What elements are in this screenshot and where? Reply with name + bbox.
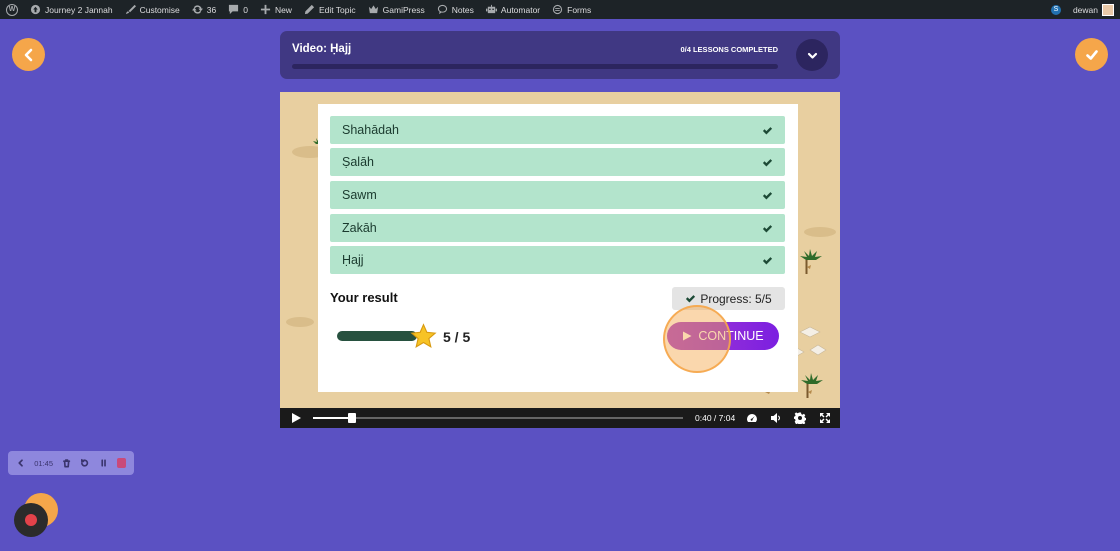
status-s-icon: S [1050, 4, 1061, 15]
lessons-completed-count: 0/4 LESSONS COMPLETED [680, 45, 778, 54]
quiz-result-card: Shahādah Ṣalāh Sawm Zakāh Ḥajj Your resu… [318, 104, 798, 392]
speed-icon[interactable] [746, 412, 758, 424]
gear-icon[interactable] [794, 412, 806, 424]
volume-icon[interactable] [770, 412, 782, 424]
check-icon [762, 256, 773, 264]
check-icon [762, 224, 773, 232]
play-icon[interactable] [290, 412, 302, 424]
lessons-progress-bar [292, 64, 778, 69]
check-icon [762, 126, 773, 134]
updates-link[interactable]: 36 [186, 0, 222, 19]
edit-topic-link[interactable]: Edit Topic [298, 0, 362, 19]
progress-badge: Progress: 5/5 [672, 287, 785, 310]
previous-lesson-button[interactable] [12, 38, 45, 71]
fullscreen-icon[interactable] [819, 412, 831, 424]
wp-logo-menu[interactable]: W [0, 0, 24, 19]
lesson-header: Video: Ḥajj 0/4 LESSONS COMPLETED [280, 31, 840, 79]
crown-icon [368, 5, 378, 14]
answer-item: Zakāh [330, 214, 785, 242]
answer-label: Shahādah [342, 123, 400, 137]
record-button[interactable] [14, 503, 48, 537]
video-scrubber[interactable] [313, 413, 683, 423]
video-player[interactable]: Shahādah Ṣalāh Sawm Zakāh Ḥajj Your resu… [280, 92, 840, 428]
answer-item: Shahādah [330, 116, 785, 144]
admin-bar-right: S dewan [1045, 0, 1120, 19]
score-value: 5 / 5 [443, 329, 471, 345]
stop-icon[interactable] [116, 458, 127, 468]
chevron-down-icon [807, 52, 817, 59]
notes-menu[interactable]: Notes [431, 0, 480, 19]
brush-icon [125, 4, 136, 15]
forms-menu[interactable]: Forms [546, 0, 597, 19]
edit-topic-label: Edit Topic [318, 4, 356, 15]
notes-label: Notes [451, 4, 474, 15]
comments-link[interactable]: 0 [222, 0, 254, 19]
user-account-menu[interactable]: dewan [1067, 0, 1120, 19]
star-icon [410, 323, 437, 348]
screen-recorder-toolbar: 01:45 [8, 451, 134, 475]
answer-label: Ṣalāh [342, 155, 374, 169]
plus-icon [260, 4, 271, 15]
check-icon [762, 191, 773, 199]
scrubber-progress [313, 417, 349, 419]
dashboard-icon [30, 4, 41, 15]
page-title: Video: Ḥajj [292, 43, 352, 55]
comment-icon [229, 4, 239, 15]
trash-icon[interactable] [62, 458, 71, 468]
forms-icon [553, 4, 563, 15]
video-time: 0:40 / 7:04 [695, 413, 736, 423]
answer-label: Sawm [342, 188, 377, 202]
customise-link[interactable]: Customise [119, 0, 186, 19]
site-name-menu[interactable]: Journey 2 Jannah [24, 0, 119, 19]
checkmark-icon [1085, 49, 1098, 60]
answer-label: Zakāh [342, 221, 377, 235]
result-heading: Your result [330, 290, 398, 305]
answer-item: Ḥajj [330, 246, 785, 274]
robot-icon [485, 4, 497, 14]
pause-icon[interactable] [99, 458, 108, 468]
continue-label: CONTINUE [698, 329, 764, 343]
updates-count: 36 [206, 4, 217, 15]
record-dot-icon [25, 514, 37, 526]
check-icon [762, 158, 773, 166]
gamipress-label: GamiPress [382, 4, 425, 15]
progress-label: Progress: 5/5 [700, 291, 772, 306]
gamipress-menu[interactable]: GamiPress [362, 0, 431, 19]
restart-icon[interactable] [80, 458, 89, 468]
forms-label: Forms [567, 4, 592, 15]
chevron-left-icon [24, 48, 32, 61]
wp-admin-bar: W Journey 2 Jannah Customise 36 0 New Ed… [0, 0, 1120, 19]
pencil-icon [304, 4, 315, 15]
scrubber-handle[interactable] [348, 413, 357, 423]
updates-icon [191, 5, 203, 14]
answer-item: Sawm [330, 181, 785, 209]
answer-label: Ḥajj [342, 253, 364, 267]
chevron-left-icon[interactable] [16, 458, 25, 468]
automator-label: Automator [500, 4, 541, 15]
status-indicator[interactable]: S [1045, 0, 1067, 19]
new-label: New [274, 4, 292, 15]
recording-timer: 01:45 [34, 458, 54, 468]
mark-complete-button[interactable] [1075, 38, 1108, 71]
expand-lessons-button[interactable] [796, 39, 828, 71]
user-name: dewan [1072, 4, 1098, 15]
comments-count: 0 [243, 4, 248, 15]
answer-item: Ṣalāh [330, 148, 785, 176]
video-controls: 0:40 / 7:04 [280, 408, 840, 428]
continue-button[interactable]: CONTINUE [667, 322, 779, 350]
speech-bubble-icon [437, 4, 447, 15]
avatar [1102, 3, 1114, 16]
play-icon [683, 331, 692, 341]
site-name: Journey 2 Jannah [45, 4, 113, 15]
automator-menu[interactable]: Automator [480, 0, 546, 19]
customise-label: Customise [139, 4, 180, 15]
wordpress-icon: W [6, 3, 18, 16]
check-icon [686, 295, 696, 303]
score-bar [337, 331, 417, 341]
new-content-menu[interactable]: New [254, 0, 298, 19]
